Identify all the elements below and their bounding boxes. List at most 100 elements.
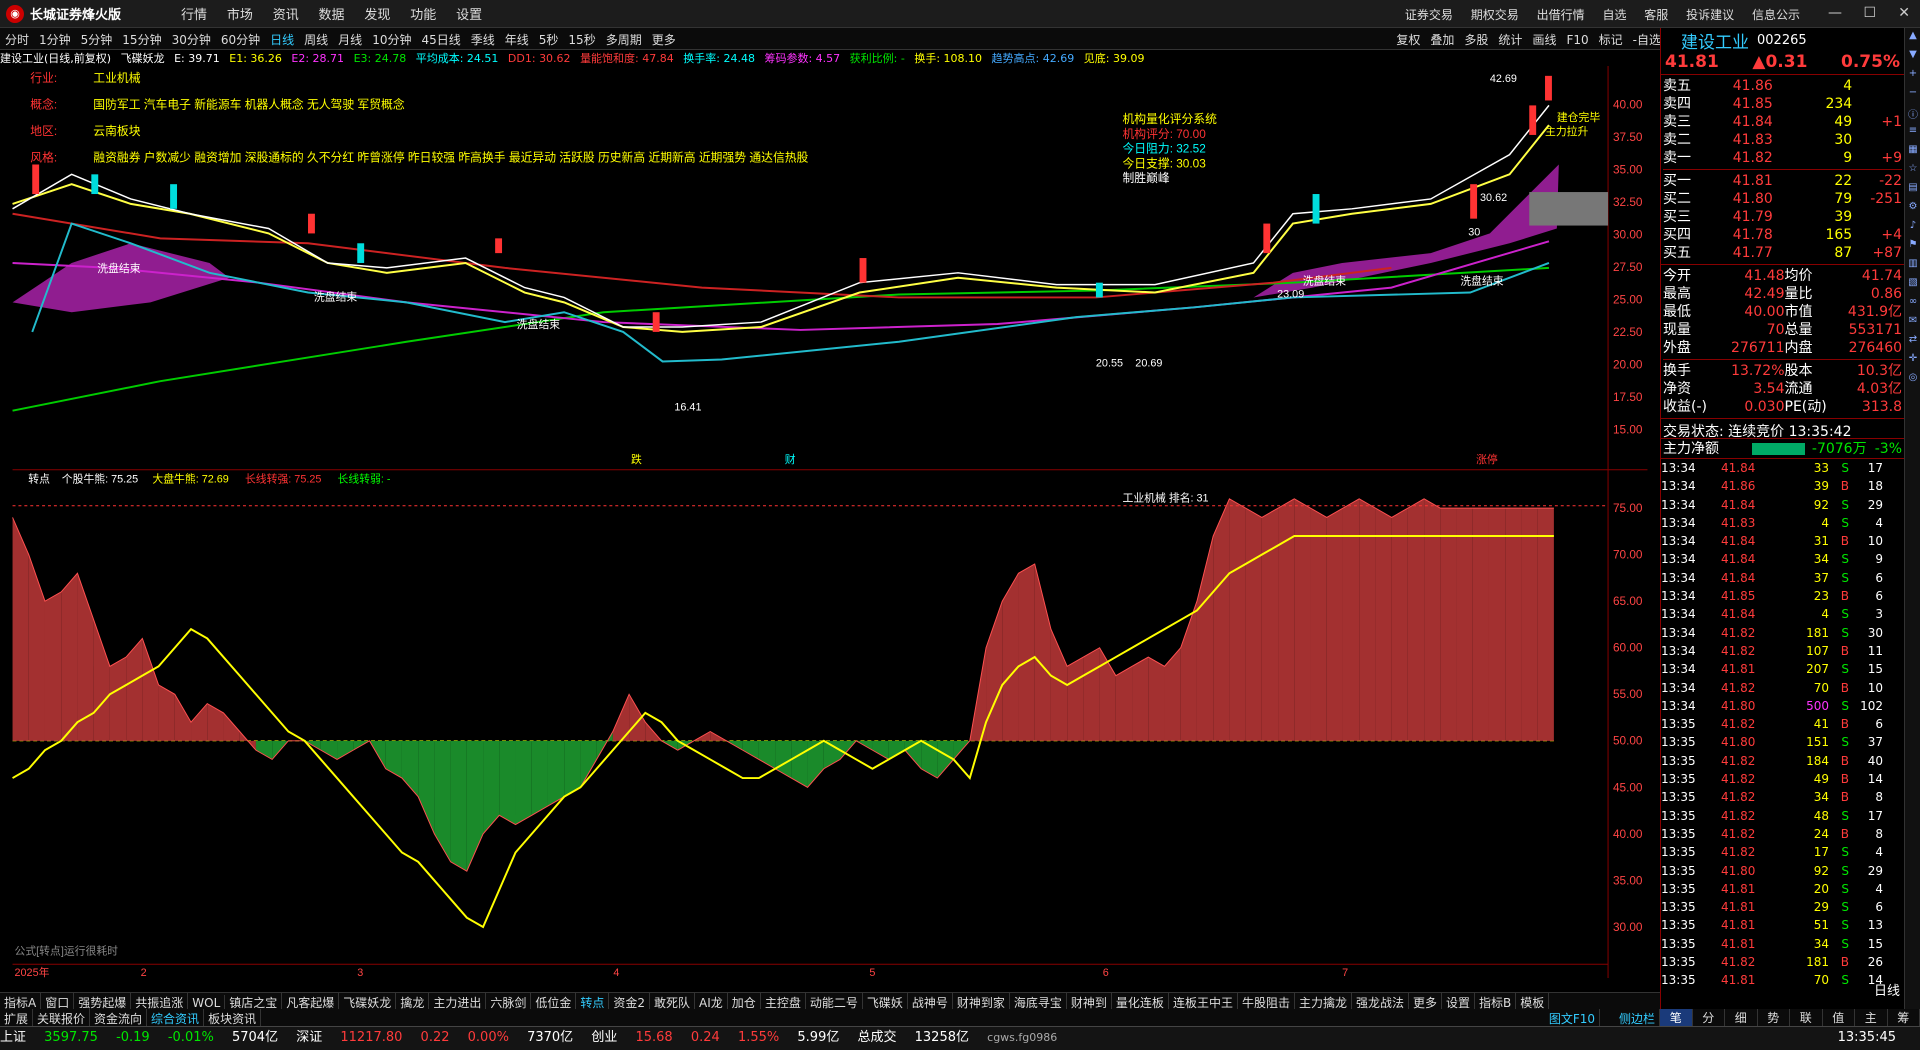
menu-quotes[interactable]: 行情 — [181, 8, 207, 23]
tab-tabs-row1[interactable]: 强势起爆 — [74, 993, 132, 1009]
bottom-right-link[interactable]: 图文F10 — [1545, 1009, 1600, 1026]
sz-index[interactable]: 11217.80 — [340, 1030, 402, 1045]
period-tab[interactable]: 周线 — [299, 28, 333, 48]
tab-side-tabs[interactable]: 细 — [1725, 1009, 1758, 1026]
tab-tabs-row2[interactable]: 资金流向 — [90, 1009, 148, 1026]
tab-tabs-row1[interactable]: 飞碟妖 — [863, 993, 908, 1009]
ask-row[interactable]: 卖四 41.85 234 — [1663, 95, 1902, 113]
bid-row[interactable]: 买一 41.81 22 -22 — [1663, 172, 1902, 190]
close-icon[interactable]: ✕ — [1898, 5, 1910, 21]
tab-tabs-row1[interactable]: 六脉剑 — [486, 993, 532, 1009]
menu-data[interactable]: 数据 — [319, 8, 345, 23]
tab-tabs-row1[interactable]: 量化连板 — [1112, 993, 1169, 1009]
tab-tabs-row1[interactable]: 共振追涨 — [131, 993, 189, 1009]
kline-chart[interactable]: 40.00 37.50 35.00 32.50 30.00 27.50 25.0… — [0, 66, 1660, 978]
menu-news[interactable]: 资讯 — [273, 8, 299, 23]
period-tab[interactable]: 分时 — [0, 28, 34, 48]
tab-tabs-row1[interactable]: 海底寻宝 — [1010, 993, 1067, 1009]
menu-lending[interactable]: 出借行情 — [1537, 8, 1585, 22]
period-tab[interactable]: 1分钟 — [34, 28, 76, 48]
tab-tabs-row1[interactable]: 主力擒龙 — [1295, 993, 1352, 1009]
tab-tabs-row2[interactable]: 综合资讯 — [147, 1009, 205, 1026]
tab-tabs-row2[interactable]: 关联报价 — [33, 1009, 91, 1026]
bottom-right-link[interactable]: 侧边栏 — [1615, 1009, 1660, 1026]
period-tab[interactable]: 月线 — [333, 28, 367, 48]
period-tab[interactable]: 30分钟 — [167, 28, 216, 48]
tab-tabs-row1[interactable]: 加仓 — [728, 993, 761, 1009]
up-icon[interactable]: ▲ — [1906, 30, 1920, 47]
period-tab[interactable]: 5秒 — [534, 28, 564, 48]
tab-tabs-row1[interactable]: 更多 — [1409, 993, 1443, 1009]
tab-tabs-row1[interactable]: 指标B — [1475, 993, 1517, 1009]
tab-tabs-row1[interactable]: WOL — [188, 995, 226, 1009]
tab-tabs-row1[interactable]: 主力进出 — [429, 993, 487, 1009]
star-icon[interactable]: ☆ — [1906, 163, 1920, 180]
tool-button[interactable]: 画线 — [1527, 28, 1561, 48]
tab-tabs-row1[interactable]: 财神到 — [1067, 993, 1112, 1009]
period-tab[interactable]: 多周期 — [601, 28, 647, 48]
tab-tabs-row1[interactable]: 转点 — [576, 993, 610, 1009]
tab-tabs-row1[interactable]: 指标A — [0, 993, 42, 1009]
tab-tabs-row1[interactable]: 模板 — [1516, 993, 1550, 1009]
tab-side-tabs[interactable]: 主 — [1855, 1009, 1888, 1026]
period-tab[interactable]: 15秒 — [563, 28, 600, 48]
chart-icon[interactable]: ▦ — [1906, 144, 1920, 161]
tab-tabs-row1[interactable]: 设置 — [1442, 993, 1476, 1009]
bid-row[interactable]: 买四 41.78 165 +4 — [1663, 226, 1902, 244]
ask-row[interactable]: 卖三 41.84 49 +1 — [1663, 113, 1902, 131]
tab-tabs-row1[interactable]: 强龙战法 — [1352, 993, 1409, 1009]
menu-functions[interactable]: 功能 — [410, 8, 436, 23]
tool-button[interactable]: F10 — [1561, 30, 1593, 47]
cy-index[interactable]: 15.68 — [635, 1030, 672, 1045]
maximize-icon[interactable]: ☐ — [1863, 5, 1876, 21]
bell-icon[interactable]: ♪ — [1906, 220, 1920, 237]
menu-complaint[interactable]: 投诉建议 — [1686, 8, 1734, 22]
tool-button[interactable]: 复权 — [1391, 28, 1425, 48]
menu-settings[interactable]: 设置 — [456, 8, 482, 23]
tab-tabs-row1[interactable]: 擒龙 — [396, 993, 430, 1009]
tab-tabs-row1[interactable]: 战神号 — [908, 993, 953, 1009]
target-icon[interactable]: ◎ — [1906, 372, 1920, 389]
tab-tabs-row1[interactable]: 动能二号 — [806, 993, 863, 1009]
book-icon[interactable]: ▥ — [1906, 258, 1920, 275]
grid-icon[interactable]: ▤ — [1906, 182, 1920, 199]
calc-icon[interactable]: ▧ — [1906, 277, 1920, 294]
tool-button[interactable]: 多股 — [1459, 28, 1493, 48]
crosshair-icon[interactable]: ✛ — [1906, 353, 1920, 370]
tab-tabs-row1[interactable]: 财神到家 — [953, 993, 1010, 1009]
indicator-name[interactable]: 飞碟妖龙 — [121, 52, 165, 65]
ask-row[interactable]: 卖五 41.86 4 — [1663, 77, 1902, 95]
bid-row[interactable]: 买三 41.79 39 — [1663, 208, 1902, 226]
tab-side-tabs[interactable]: 势 — [1758, 1009, 1790, 1026]
menu-options[interactable]: 期权交易 — [1471, 8, 1519, 22]
period-tab[interactable]: 更多 — [647, 28, 681, 48]
bid-row[interactable]: 买二 41.80 79 -251 — [1663, 190, 1902, 208]
zoom-in-icon[interactable]: + — [1906, 68, 1920, 85]
tab-tabs-row1[interactable]: 主控盘 — [761, 993, 806, 1009]
tab-tabs-row1[interactable]: 资金2 — [609, 993, 651, 1009]
tab-tabs-row1[interactable]: AI龙 — [695, 993, 728, 1009]
tab-tabs-row1[interactable]: 凡客起爆 — [282, 993, 340, 1009]
menu-service[interactable]: 客服 — [1644, 8, 1668, 22]
period-tab-daily[interactable]: 日线 — [265, 28, 299, 48]
tab-side-tabs[interactable]: 联 — [1790, 1009, 1823, 1026]
mail-icon[interactable]: ✉ — [1906, 315, 1920, 332]
down-icon[interactable]: ▼ — [1906, 49, 1920, 66]
swap-icon[interactable]: ⇄ — [1906, 334, 1920, 351]
info-icon[interactable]: ⓘ — [1906, 106, 1920, 123]
menu-market[interactable]: 市场 — [227, 8, 253, 23]
list-icon[interactable]: ≡ — [1906, 125, 1920, 142]
period-tab[interactable]: 45日线 — [416, 28, 465, 48]
period-tab[interactable]: 15分钟 — [117, 28, 166, 48]
sub-indicator-name[interactable]: 转点 — [28, 472, 50, 486]
tick-list[interactable]: 13:34 41.84 33 S 17 13:34 41.86 39 B 18 13:34 41.84… — [1661, 458, 1904, 990]
tab-tabs-row2[interactable]: 板块资讯 — [204, 1009, 262, 1026]
tab-side-tabs[interactable]: 分 — [1693, 1009, 1725, 1026]
flag-icon[interactable]: ⚑ — [1906, 239, 1920, 256]
tab-side-tabs[interactable]: 笔 — [1660, 1009, 1693, 1026]
menu-trade[interactable]: 证券交易 — [1405, 8, 1453, 22]
tab-tabs-row1[interactable]: 牛股阻击 — [1238, 993, 1295, 1009]
tab-tabs-row1[interactable]: 低位金 — [531, 993, 577, 1009]
period-tab[interactable]: 季线 — [466, 28, 500, 48]
tab-tabs-row1[interactable]: 飞碟妖龙 — [339, 993, 397, 1009]
